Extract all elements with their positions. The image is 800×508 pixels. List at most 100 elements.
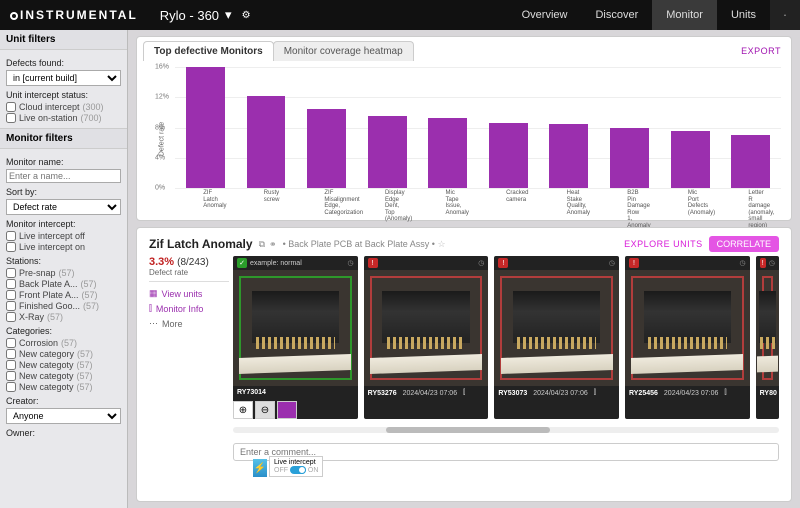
chart-bar[interactable] [428, 118, 467, 188]
chart-bar[interactable] [186, 67, 225, 188]
chart-category-label: Cracked camera [506, 188, 510, 203]
categories-label: Categories: [6, 326, 121, 336]
cb-station[interactable] [6, 268, 16, 278]
clock-icon: ◷ [740, 259, 746, 267]
chart-bar[interactable] [307, 109, 346, 188]
sort-by-select[interactable]: Defect rate [6, 199, 121, 215]
nav-discover[interactable]: Discover [581, 0, 652, 30]
chart-bar[interactable] [610, 128, 649, 189]
unit-image [364, 270, 489, 386]
correlate-button[interactable]: CORRELATE [709, 236, 779, 252]
user-icon[interactable] [770, 0, 800, 30]
project-selector[interactable]: Rylo - 360 ▾ [160, 7, 232, 23]
bars-icon: ⫿ [463, 389, 465, 397]
chart-category-label: Letter R damage (anomaly, small region) [748, 188, 752, 230]
view-units-link[interactable]: ▦View units [149, 286, 229, 301]
alert-icon: ! [760, 258, 766, 268]
cb-intercept-off[interactable] [6, 231, 16, 241]
cb-intercept-on[interactable] [6, 242, 16, 252]
monitor-intercept-label: Monitor intercept: [6, 219, 121, 229]
topbar: INSTRUMENTAL Rylo - 360 ▾ ⚙ Overview Dis… [0, 0, 800, 30]
unit-filters-heading: Unit filters [0, 30, 127, 50]
live-intercept-toggle[interactable]: Live interceptOFF ON [269, 456, 323, 477]
cb-category[interactable] [6, 382, 16, 392]
grid-icon: ▦ [149, 288, 158, 299]
detail-sidebar: 3.3% (8/243) Defect rate ▦View units ⫿Mo… [149, 256, 229, 491]
cb-station[interactable] [6, 290, 16, 300]
bars-icon: ⫿ [724, 389, 726, 397]
clock-icon: ◷ [348, 259, 354, 267]
export-button[interactable]: EXPORT [741, 46, 781, 56]
unit-timestamp: 2024/04/23 07:06 [533, 390, 588, 397]
chart-category-label: Display Edge Dent, Top (Anomaly) [385, 188, 389, 223]
check-icon: ✓ [237, 258, 247, 268]
chart-bar[interactable] [549, 124, 588, 188]
chart-bar[interactable] [489, 123, 528, 188]
gear-icon[interactable]: ⚙ [242, 10, 251, 21]
y-tick: 16% [155, 64, 169, 71]
chart-panel: Top defective Monitors Monitor coverage … [136, 36, 792, 221]
chart-bar[interactable] [247, 96, 286, 188]
unit-image [625, 270, 750, 386]
alert-icon: ! [629, 258, 639, 268]
monitor-filters-heading: Monitor filters [0, 128, 127, 149]
cb-category[interactable] [6, 360, 16, 370]
tab-top-defective[interactable]: Top defective Monitors [143, 41, 274, 61]
chart-bar[interactable] [368, 116, 407, 188]
creator-select[interactable]: Anyone [6, 408, 121, 424]
cb-live-onstation[interactable] [6, 113, 16, 123]
chart-bar[interactable] [731, 135, 770, 188]
monitor-title: Zif Latch Anomaly [149, 237, 253, 251]
unit-card[interactable]: !◷RY8020⫿ [756, 256, 779, 419]
creator-label: Creator: [6, 396, 121, 406]
clock-icon: ◷ [478, 259, 484, 267]
monitor-info-link[interactable]: ⫿Monitor Info [149, 301, 229, 316]
alert-icon: ! [368, 258, 378, 268]
y-tick: 4% [155, 154, 165, 161]
cb-category[interactable] [6, 338, 16, 348]
nav-monitor[interactable]: Monitor [652, 0, 717, 30]
color-icon[interactable] [277, 401, 297, 419]
unit-image [233, 270, 358, 386]
nav-overview[interactable]: Overview [508, 0, 582, 30]
cb-station[interactable] [6, 279, 16, 289]
unit-card[interactable]: !◷RY532762024/04/23 07:06⫿ [364, 256, 489, 419]
bolt-icon: ⚡ [253, 459, 267, 477]
chart-bar[interactable] [671, 131, 710, 188]
cb-station[interactable] [6, 301, 16, 311]
y-tick: 12% [155, 94, 169, 101]
zoom-out-icon[interactable]: ⊖ [255, 401, 275, 419]
more-link[interactable]: ⋯More [149, 316, 229, 331]
star-icon[interactable]: ☆ [437, 239, 445, 249]
defect-rate-chart: Defect rate 0%4%8%12%16%ZIF Latch Anomal… [143, 61, 785, 216]
nav-units[interactable]: Units [717, 0, 770, 30]
chart-category-label: ZIF Misalignment Edge, Categorization [324, 188, 328, 216]
explore-units-button[interactable]: EXPLORE UNITS [624, 239, 703, 249]
unit-image [494, 270, 619, 386]
clock-icon: ◷ [769, 259, 775, 267]
chart-icon: ⫿ [149, 303, 152, 314]
example-label: example: normal [250, 260, 302, 267]
unit-id: RY25456 [629, 390, 658, 397]
sort-by-label: Sort by: [6, 187, 121, 197]
zoom-in-icon[interactable]: ⊕ [233, 401, 253, 419]
owner-label: Owner: [6, 428, 121, 438]
defects-found-select[interactable]: in [current build] [6, 70, 121, 86]
monitor-name-input[interactable] [6, 169, 121, 183]
external-link-icon[interactable]: ⧉ [259, 239, 265, 250]
cb-category[interactable] [6, 349, 16, 359]
unit-card[interactable]: !◷RY530732024/04/23 07:06⫿ [494, 256, 619, 419]
top-nav: Overview Discover Monitor Units [508, 0, 800, 30]
cb-cloud-intercept[interactable] [6, 102, 16, 112]
link-icon[interactable]: ⚭ [269, 239, 277, 250]
chevron-down-icon: ▾ [225, 7, 232, 23]
intercept-status-label: Unit intercept status: [6, 90, 121, 100]
image-scrollbar[interactable] [233, 427, 779, 433]
cb-station[interactable] [6, 312, 16, 322]
defects-found-label: Defects found: [6, 58, 121, 68]
unit-card[interactable]: ✓example: normal◷RY73014⊕⊖ [233, 256, 358, 419]
tab-coverage-heatmap[interactable]: Monitor coverage heatmap [273, 41, 414, 61]
cb-category[interactable] [6, 371, 16, 381]
monitor-name-label: Monitor name: [6, 157, 121, 167]
unit-card[interactable]: !◷RY254562024/04/23 07:06⫿ [625, 256, 750, 419]
